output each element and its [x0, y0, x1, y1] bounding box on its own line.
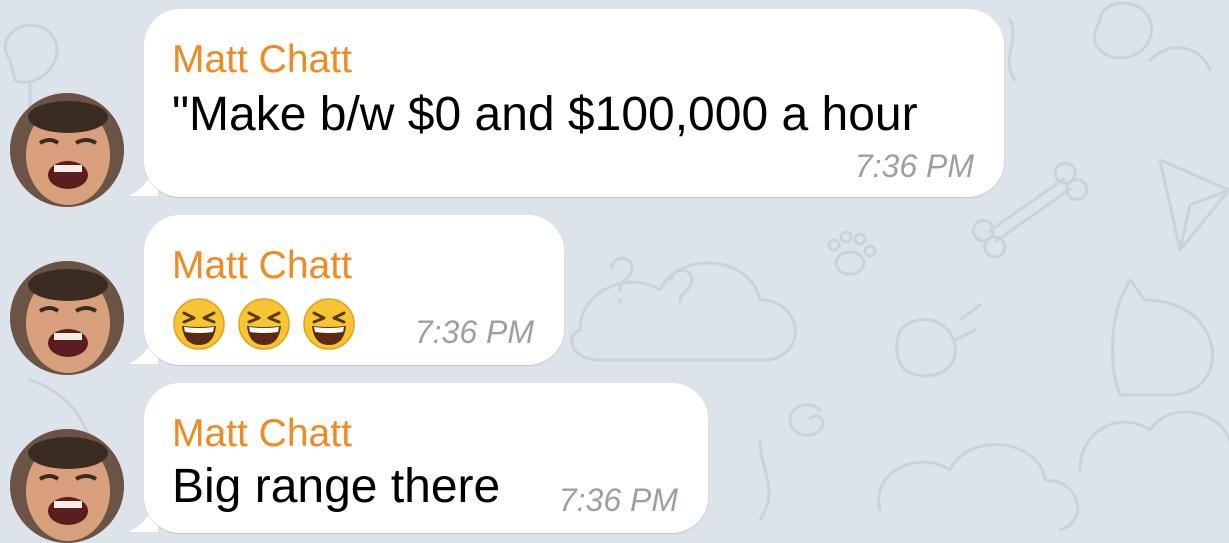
message-text: Big range there — [172, 460, 501, 513]
sender-name[interactable]: Matt Chatt — [172, 413, 352, 455]
message-timestamp: 7:36 PM — [558, 482, 678, 518]
sender-name[interactable]: Matt Chatt — [172, 245, 352, 287]
user-photo-icon — [10, 261, 124, 375]
avatar[interactable] — [10, 261, 124, 375]
grinning-squinting-face-icon — [173, 298, 225, 350]
avatar[interactable] — [10, 429, 124, 543]
emoji-row — [172, 297, 356, 351]
grinning-squinting-face-icon — [303, 298, 355, 350]
message-bubble[interactable]: Matt Chatt 7:36 PM — [144, 215, 564, 365]
grinning-squinting-face-icon — [238, 298, 290, 350]
message-text: "Make b/w $0 and $100,000 a hour — [172, 88, 918, 141]
message-bubble[interactable]: Matt Chatt Big range there 7:36 PM — [144, 383, 708, 533]
message-bubble[interactable]: Matt Chatt "Make b/w $0 and $100,000 a h… — [144, 9, 1004, 197]
message-timestamp: 7:36 PM — [854, 148, 974, 184]
sender-name[interactable]: Matt Chatt — [172, 39, 352, 81]
avatar[interactable] — [10, 93, 124, 207]
user-photo-icon — [10, 429, 124, 543]
user-photo-icon — [10, 93, 124, 207]
message-timestamp: 7:36 PM — [414, 314, 534, 350]
